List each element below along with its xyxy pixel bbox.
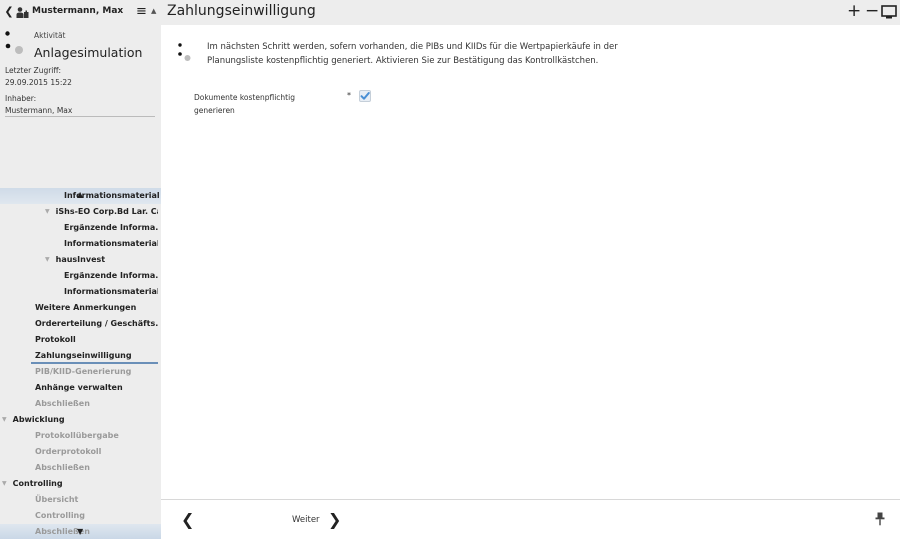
activity-value: Anlagesimulation (34, 45, 143, 60)
nav-item-label: PIB/KIID-Generierung (35, 367, 132, 376)
pin-icon[interactable] (875, 512, 885, 526)
nav-item-label: Informationsmaterial (64, 287, 158, 296)
nav-item-label: Controlling (12, 479, 63, 488)
activity-dots-icon (5, 31, 23, 54)
nav-item[interactable]: ▼ iShs-EO Corp.Bd Lar. Ca... (45, 204, 158, 220)
page-header: Zahlungseinwilligung + − (161, 0, 900, 25)
nav-item-label: Informationsmaterial (64, 239, 158, 248)
main-content: Im nächsten Schritt werden, sofern vorha… (161, 25, 900, 499)
nav-item-label: Orderprotokoll (35, 447, 102, 456)
nav-item[interactable]: Zahlungseinwilligung (31, 348, 158, 364)
nav-item[interactable]: PIB/KIID-Generierung (35, 364, 158, 380)
scroll-down-icon[interactable]: ▼ (77, 527, 83, 536)
nav-item[interactable]: Ordererteilung / Geschäfts... (35, 316, 158, 332)
nav-item-label: Zahlungseinwilligung (35, 351, 132, 360)
back-chevron-icon[interactable]: ❮ (4, 5, 14, 18)
nav-item-label: Ergänzende Informa... (64, 271, 158, 280)
user-icon (16, 7, 29, 18)
nav-item[interactable]: Abschließen (35, 460, 158, 476)
nav-item[interactable]: Controlling (35, 508, 158, 524)
nav-item[interactable]: Abschließen (35, 396, 158, 412)
nav-item[interactable]: Protokollübergabe (35, 428, 158, 444)
nav-item-label: Controlling (35, 511, 85, 520)
nav-item-label: Protokollübergabe (35, 431, 119, 440)
nav-item-label: Übersicht (35, 495, 79, 504)
hamburger-menu-icon[interactable]: ≡ (136, 4, 147, 19)
nav-item[interactable]: ▼ Abwicklung (2, 412, 158, 428)
user-name: Mustermann, Max (32, 6, 124, 16)
nav-item-label: Anhänge verwalten (35, 383, 123, 392)
nav-item[interactable]: Ergänzende Informa... (64, 268, 158, 284)
add-button[interactable]: + (847, 1, 861, 21)
expand-triangle-icon[interactable]: ▼ (2, 412, 7, 428)
required-mark: * (347, 91, 351, 100)
next-chevron-icon[interactable]: ❯ (328, 510, 341, 529)
nav-item[interactable]: ▼ hausInvest (45, 252, 158, 268)
nav-item-label: Ordererteilung / Geschäfts... (35, 319, 158, 328)
expand-triangle-icon[interactable]: ▼ (2, 476, 7, 492)
last-access-label: Letzter Zugriff: (5, 66, 62, 75)
expand-triangle-icon[interactable]: ▼ (45, 252, 50, 268)
footer-bar: ❮ Weiter ❯ (161, 499, 900, 539)
nav-item[interactable]: Informationsmaterial (64, 284, 158, 300)
remove-button[interactable]: − (865, 1, 879, 21)
window-toggle-icon[interactable] (881, 5, 897, 19)
expand-triangle-icon[interactable]: ▼ (45, 204, 50, 220)
hint-dots-icon (178, 43, 191, 61)
nav-item-label: Weitere Anmerkungen (35, 303, 137, 312)
hint-text: Im nächsten Schritt werden, sofern vorha… (207, 42, 618, 66)
sidebar-header: ❮ Mustermann, Max ≡ ▲ (0, 0, 161, 25)
caret-up-down-icon[interactable]: ▲ (151, 7, 156, 15)
nav-item-label: hausInvest (55, 255, 106, 264)
nav-item[interactable]: Anhänge verwalten (35, 380, 158, 396)
nav-item-label: Abwicklung (12, 415, 65, 424)
nav-item[interactable]: Protokoll (35, 332, 158, 348)
next-button[interactable]: Weiter (292, 515, 320, 525)
nav-item[interactable]: Weitere Anmerkungen (35, 300, 158, 316)
last-access-value: 29.09.2015 15:22 (5, 78, 72, 87)
nav-item[interactable]: Ergänzende Informa... (64, 220, 158, 236)
scroll-up-icon[interactable]: ▲ (77, 190, 83, 199)
previous-chevron-icon[interactable]: ❮ (181, 510, 194, 529)
sidebar: ❮ Mustermann, Max ≡ ▲ Aktivität Anlagesi… (0, 0, 161, 539)
owner-value: Mustermann, Max (5, 106, 155, 117)
page-title: Zahlungseinwilligung (167, 3, 316, 19)
nav-item[interactable]: ▼ Controlling (2, 476, 158, 492)
nav-item-label: Abschließen (35, 463, 90, 472)
nav-item-label: iShs-EO Corp.Bd Lar. Ca... (55, 207, 158, 216)
nav-item[interactable]: Übersicht (35, 492, 158, 508)
nav-item[interactable]: Orderprotokoll (35, 444, 158, 460)
owner-label: Inhaber: (5, 94, 37, 103)
nav-item[interactable]: Informationsmaterial (64, 236, 158, 252)
nav-item-label: Ergänzende Informa... (64, 223, 158, 232)
nav-item-label: Abschließen (35, 399, 90, 408)
generate-documents-label: Dokumente kostenpflichtig generieren (194, 93, 295, 115)
nav-item-label: Protokoll (35, 335, 76, 344)
activity-label: Aktivität (34, 31, 66, 40)
generate-documents-checkbox[interactable] (359, 90, 371, 102)
